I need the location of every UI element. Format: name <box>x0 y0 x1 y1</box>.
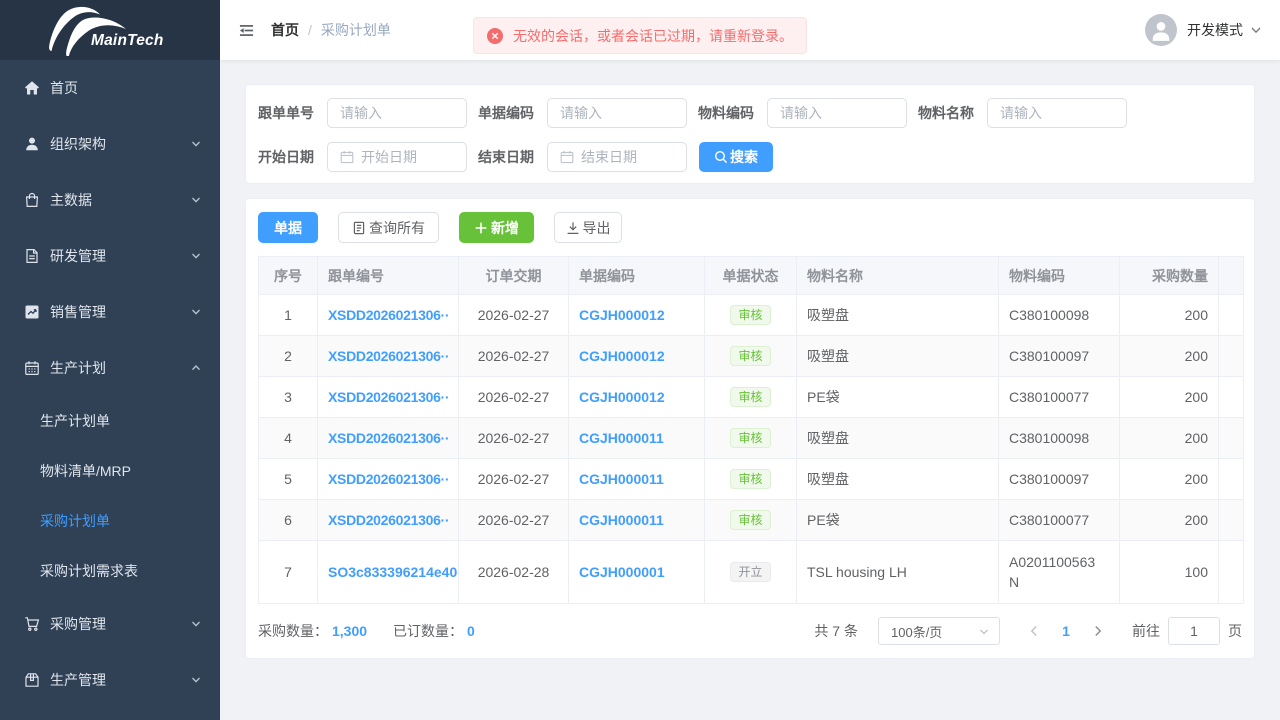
svg-text:MainTech: MainTech <box>91 32 164 49</box>
